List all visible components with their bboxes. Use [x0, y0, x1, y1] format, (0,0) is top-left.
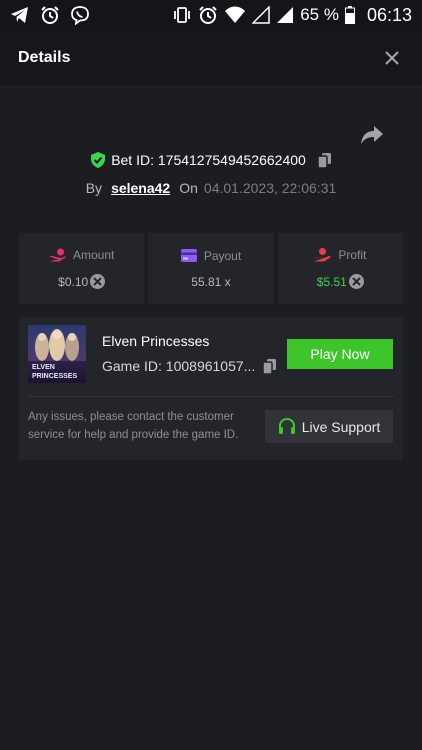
currency-icon [90, 274, 106, 289]
vibrate-icon [172, 6, 192, 24]
thumb-title-1: ELVEN [32, 364, 55, 371]
play-now-button[interactable]: Play Now [287, 339, 393, 369]
amount-stat: Amount $0.10 [19, 233, 145, 304]
header: Details [0, 30, 422, 85]
copy-icon [317, 152, 331, 168]
by-label: By [85, 180, 103, 196]
live-support-button[interactable]: Live Support [265, 410, 393, 443]
support-text: Any issues, please contact the customer … [28, 411, 239, 441]
game-thumbnail[interactable]: ELVEN PRINCESSES [28, 325, 86, 383]
profit-hand-icon [314, 248, 331, 262]
bet-date: 04.01.2023, 22:06:31 [203, 180, 337, 196]
battery-icon [344, 6, 355, 24]
copy-game-id-button[interactable] [263, 358, 277, 374]
profit-stat: Profit $5.51 [277, 233, 403, 304]
shield-check-icon [91, 152, 106, 168]
payout-stat: Payout 55.81 x [148, 233, 274, 304]
game-id: Game ID: 1008961057... [102, 358, 256, 374]
battery-percent: 65 % [300, 5, 339, 24]
profit-label: Profit [338, 248, 367, 262]
amount-value: $0.10 [58, 274, 89, 289]
on-label: On [179, 180, 198, 196]
thumb-title-2: PRINCESSES [32, 373, 77, 380]
headset-icon [278, 418, 295, 434]
card-icon [180, 249, 197, 262]
game-name: Elven Princesses [102, 333, 210, 349]
hand-coin-icon [48, 248, 66, 262]
page-title: Details [18, 48, 71, 66]
profit-value: $5.51 [316, 274, 347, 289]
share-icon [361, 126, 383, 144]
telegram-icon [10, 6, 30, 24]
live-support-label: Live Support [301, 418, 381, 435]
payout-value: 55.81 x [191, 274, 231, 289]
game-card: ELVEN PRINCESSES Elven Princesses Game I… [19, 317, 403, 460]
alarm-icon [40, 5, 60, 25]
game-id-row: Game ID: 1008961057... [102, 358, 277, 374]
bet-id: Bet ID: 1754127549452662400 [111, 152, 306, 168]
alarm-icon [198, 5, 218, 25]
divider [28, 396, 394, 397]
clock: 06:13 [366, 4, 412, 25]
copy-bet-id-button[interactable] [317, 152, 331, 168]
close-icon [385, 50, 399, 65]
wifi-icon [224, 6, 246, 24]
currency-icon [348, 274, 364, 289]
username-link[interactable]: selena42 [111, 180, 170, 196]
status-bar: 65 % 06:13 [0, 0, 422, 30]
payout-label: Payout [203, 248, 242, 263]
bet-meta-row: By selena42 On 04.01.2023, 22:06:31 [0, 180, 422, 196]
bet-id-row: Bet ID: 1754127549452662400 [0, 152, 422, 168]
signal-icon [252, 6, 270, 24]
close-button[interactable] [380, 46, 404, 70]
amount-label: Amount [72, 248, 115, 262]
bet-stats: Amount $0.10 Payout 55.81 x Profit $5.51 [19, 233, 403, 304]
share-button[interactable] [360, 124, 384, 146]
viber-icon [70, 5, 90, 25]
copy-icon [263, 358, 277, 374]
signal-icon [276, 6, 294, 24]
